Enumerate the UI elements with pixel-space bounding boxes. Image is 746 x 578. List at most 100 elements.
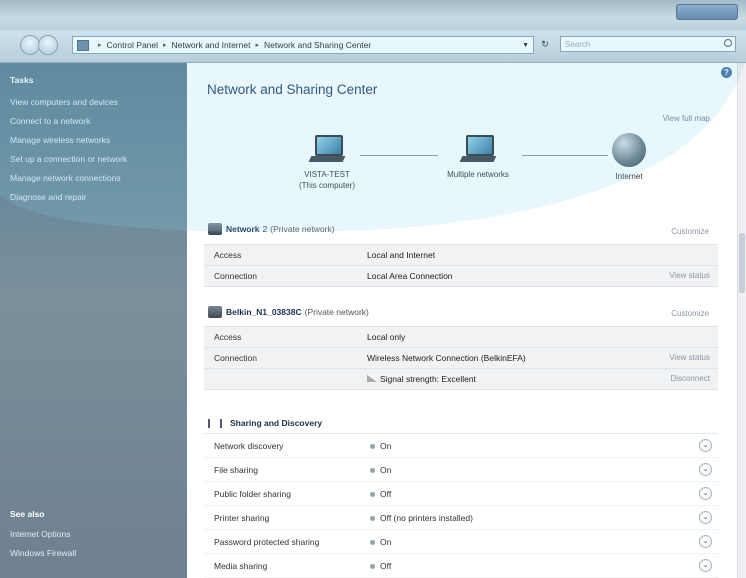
expand-chevron-icon[interactable]: ⌄: [699, 463, 712, 476]
see-also-windows-firewall[interactable]: Windows Firewall: [0, 544, 86, 563]
setting-value: Off: [380, 489, 392, 499]
status-dot-icon: [370, 492, 375, 497]
expand-chevron-icon[interactable]: ⌄: [699, 487, 712, 500]
sharing-row-printer-sharing: Printer sharing Off (no printers install…: [204, 506, 718, 530]
expand-chevron-icon[interactable]: ⌄: [699, 439, 712, 452]
access-label: Access: [214, 332, 242, 342]
globe-icon: [612, 133, 646, 167]
breadcrumb-network-and-internet[interactable]: Network and Internet: [172, 40, 251, 50]
task-pane: Tasks View computers and devices Connect…: [0, 63, 187, 578]
status-dot-icon: [370, 516, 375, 521]
search-placeholder: Search: [565, 40, 591, 49]
setting-label: Printer sharing: [214, 513, 270, 523]
see-also-internet-options[interactable]: Internet Options: [0, 525, 86, 544]
task-manage-connections[interactable]: Manage network connections: [0, 169, 137, 188]
sharing-row-password-protected: Password protected sharing On ⌄: [204, 530, 718, 554]
breadcrumb-network-sharing-center[interactable]: Network and Sharing Center: [264, 40, 371, 50]
network-2-type: (Private network): [304, 307, 369, 317]
address-dropdown-icon[interactable]: ▼: [518, 42, 533, 49]
see-also-list: Internet Options Windows Firewall: [0, 525, 86, 563]
breadcrumb-arrow-icon: ▸: [255, 42, 259, 49]
expand-chevron-icon[interactable]: ⌄: [699, 511, 712, 524]
setting-value: On: [380, 537, 392, 547]
tasks-header: Tasks: [10, 75, 34, 85]
sharing-discovery-header: Sharing and Discovery: [208, 418, 322, 428]
view-status-link[interactable]: View status: [669, 271, 710, 280]
expand-chevron-icon[interactable]: ⌄: [699, 535, 712, 548]
wired-network-icon: [208, 223, 222, 235]
map-node-multiple-networks[interactable]: Multiple networks: [428, 133, 528, 180]
task-diagnose-repair[interactable]: Diagnose and repair: [0, 188, 137, 207]
network-1-type: (Private network): [270, 224, 335, 234]
connection-label: Connection: [214, 271, 258, 281]
search-input[interactable]: Search: [560, 36, 736, 52]
connection-link[interactable]: Wireless Network Connection (BelkinEFA): [367, 353, 526, 363]
task-manage-wireless[interactable]: Manage wireless networks: [0, 131, 137, 150]
setting-label: Password protected sharing: [214, 537, 320, 547]
see-also-header: See also: [10, 509, 45, 519]
status-dot-icon: [370, 468, 375, 473]
connection-link[interactable]: Local Area Connection: [367, 271, 453, 281]
view-full-map-link[interactable]: View full map: [663, 114, 710, 123]
sharing-icon: [208, 418, 222, 428]
table-row: Signal strength: Excellent Disconnect: [204, 369, 718, 390]
sharing-discovery-title: Sharing and Discovery: [230, 418, 323, 428]
signal-strength-text: Signal strength: Excellent: [380, 374, 476, 384]
sharing-row-file-sharing: File sharing On ⌄: [204, 458, 718, 482]
access-value: Local only: [367, 332, 406, 342]
scrollbar-thumb[interactable]: [739, 233, 745, 293]
network-2-details: Access Local only Connection Wireless Ne…: [204, 326, 718, 390]
breadcrumb-arrow-icon: ▸: [163, 42, 167, 49]
view-status-link[interactable]: View status: [669, 353, 710, 362]
network-2-name: Belkin_N1_03838C: [226, 307, 302, 317]
internet-label: Internet: [615, 172, 643, 181]
disconnect-link[interactable]: Disconnect: [670, 374, 710, 383]
computer-name: VISTA-TEST: [304, 170, 350, 179]
network-1-customize-link[interactable]: Customize: [671, 227, 709, 236]
help-icon[interactable]: ?: [721, 67, 732, 78]
network-1-header: Network 2 (Private network): [208, 223, 335, 235]
access-label: Access: [214, 250, 242, 260]
back-button[interactable]: [20, 35, 40, 55]
setting-label: Public folder sharing: [214, 489, 292, 499]
address-bar[interactable]: ▸ Control Panel ▸ Network and Internet ▸…: [72, 36, 534, 54]
table-row: Connection Wireless Network Connection (…: [204, 348, 718, 369]
breadcrumb-control-panel[interactable]: Control Panel: [107, 40, 159, 50]
setting-label: Media sharing: [214, 561, 268, 571]
status-dot-icon: [370, 540, 375, 545]
sharing-row-media-sharing: Media sharing Off ⌄: [204, 554, 718, 578]
sharing-row-network-discovery: Network discovery On ⌄: [204, 434, 718, 458]
sharing-row-public-folder: Public folder sharing Off ⌄: [204, 482, 718, 506]
refresh-icon[interactable]: ↻: [536, 36, 554, 52]
address-bar-area: ▸ Control Panel ▸ Network and Internet ▸…: [0, 30, 746, 63]
map-node-this-computer[interactable]: VISTA-TEST (This computer): [282, 133, 372, 191]
table-row: Access Local only: [204, 327, 718, 348]
task-connect-network[interactable]: Connect to a network: [0, 112, 137, 131]
forward-button[interactable]: [38, 35, 58, 55]
setting-value: Off (no printers installed): [380, 513, 473, 523]
search-icon[interactable]: [724, 39, 732, 47]
setting-label: Network discovery: [214, 441, 284, 451]
vertical-scrollbar[interactable]: [737, 63, 746, 578]
expand-chevron-icon[interactable]: ⌄: [699, 559, 712, 572]
setting-value: On: [380, 441, 392, 451]
signal-strength-icon: [367, 375, 377, 382]
status-dot-icon: [370, 444, 375, 449]
task-view-computers[interactable]: View computers and devices: [0, 93, 137, 112]
table-row: Connection Local Area Connection View st…: [204, 266, 718, 287]
map-connector: [360, 155, 438, 156]
window-controls[interactable]: [676, 4, 738, 20]
task-setup-connection[interactable]: Set up a connection or network: [0, 150, 137, 169]
computer-sub: (This computer): [298, 181, 355, 190]
window-title-bar: [0, 0, 746, 30]
main-content: ? Network and Sharing Center View full m…: [188, 63, 746, 578]
network-2-customize-link[interactable]: Customize: [671, 309, 709, 318]
map-node-internet[interactable]: Internet: [594, 133, 664, 182]
network-1-suffix: 2: [262, 224, 268, 234]
setting-value: Off: [380, 561, 392, 571]
status-dot-icon: [370, 564, 375, 569]
network-2-header: Belkin_N1_03838C (Private network): [208, 306, 369, 318]
computer-icon: [308, 133, 346, 165]
connection-label: Connection: [214, 353, 258, 363]
setting-label: File sharing: [214, 465, 258, 475]
